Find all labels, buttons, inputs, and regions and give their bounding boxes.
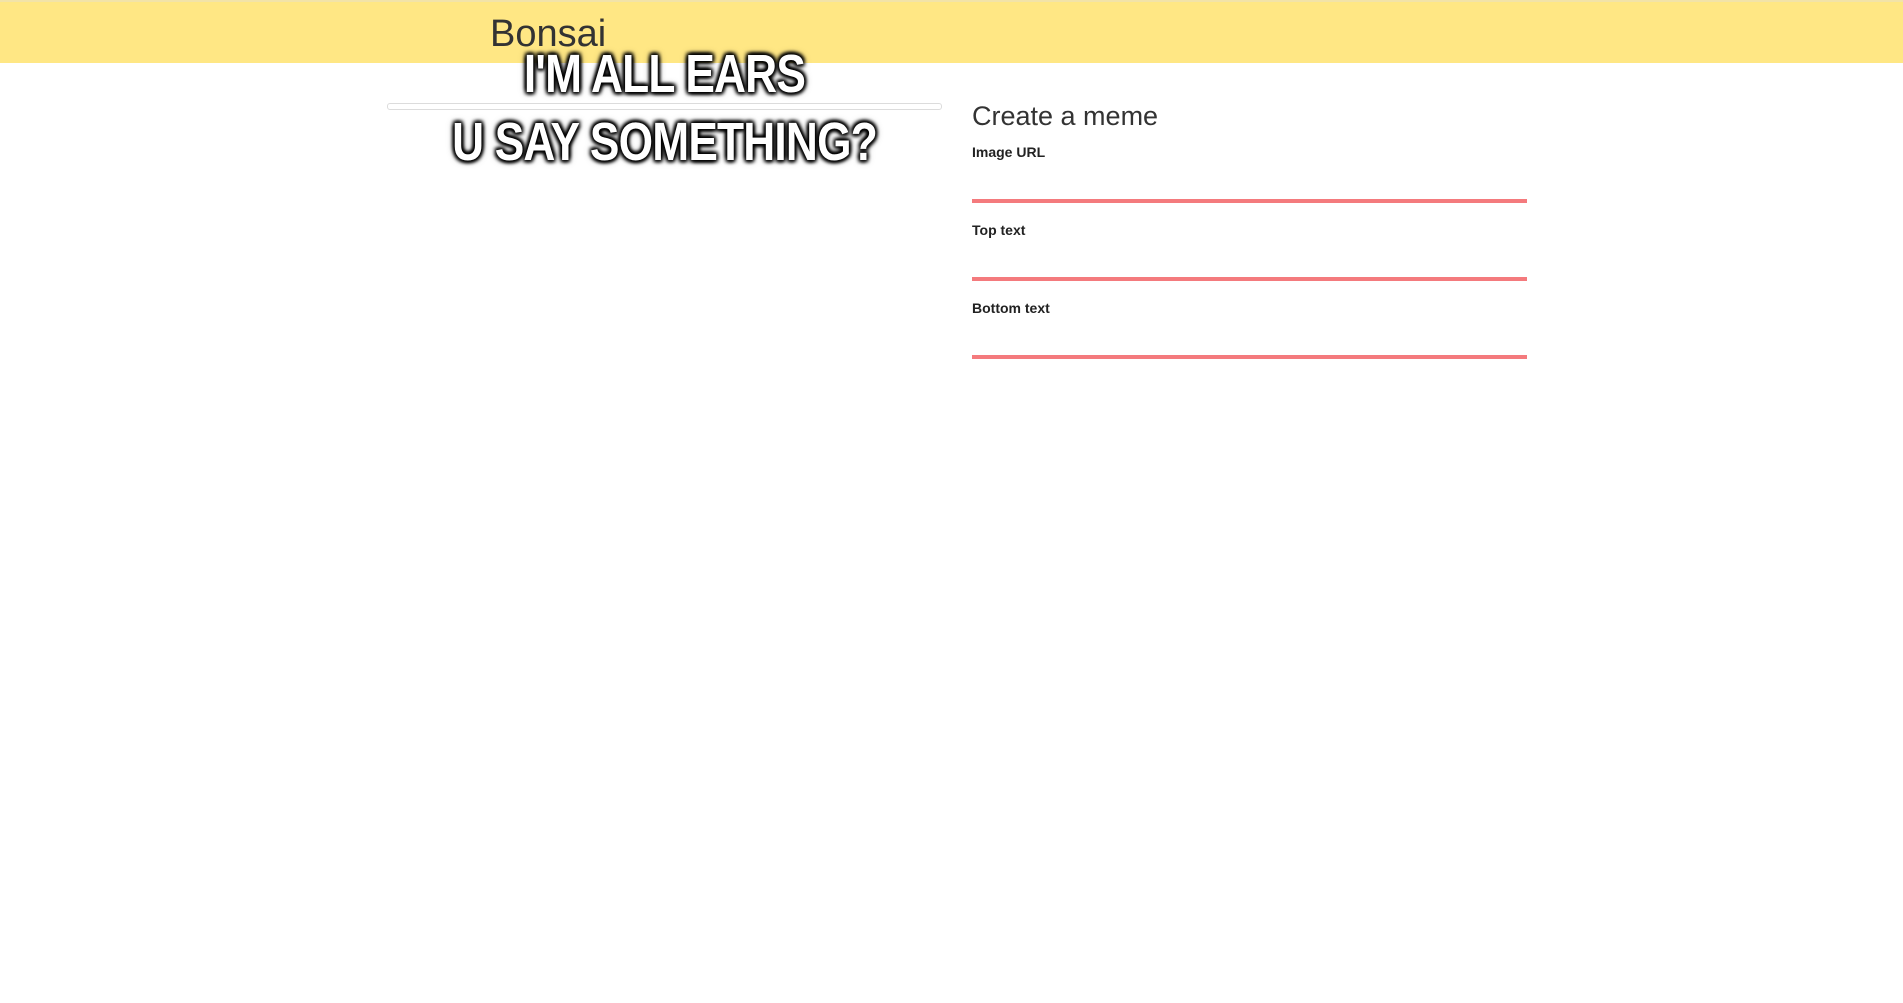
top-header: Bonsai	[0, 0, 1903, 63]
top-text-field-group: Top text	[972, 221, 1527, 281]
bottom-text-input[interactable]	[972, 321, 1527, 359]
create-meme-form: Create a meme Image URL Top text Bottom …	[972, 98, 1527, 377]
bottom-text-label: Bottom text	[972, 300, 1050, 316]
meme-top-text: I'M ALL EARS	[523, 44, 806, 104]
image-url-field-group: Image URL	[972, 143, 1527, 203]
top-text-input[interactable]	[972, 243, 1527, 281]
meme-bottom-text: U SAY SOMETHING?	[452, 112, 878, 172]
image-url-label: Image URL	[972, 144, 1046, 160]
top-text-label: Top text	[972, 222, 1026, 238]
bottom-text-field-group: Bottom text	[972, 299, 1527, 359]
form-title: Create a meme	[972, 101, 1159, 131]
meme-preview-frame	[387, 103, 942, 110]
image-url-input[interactable]	[972, 165, 1527, 203]
